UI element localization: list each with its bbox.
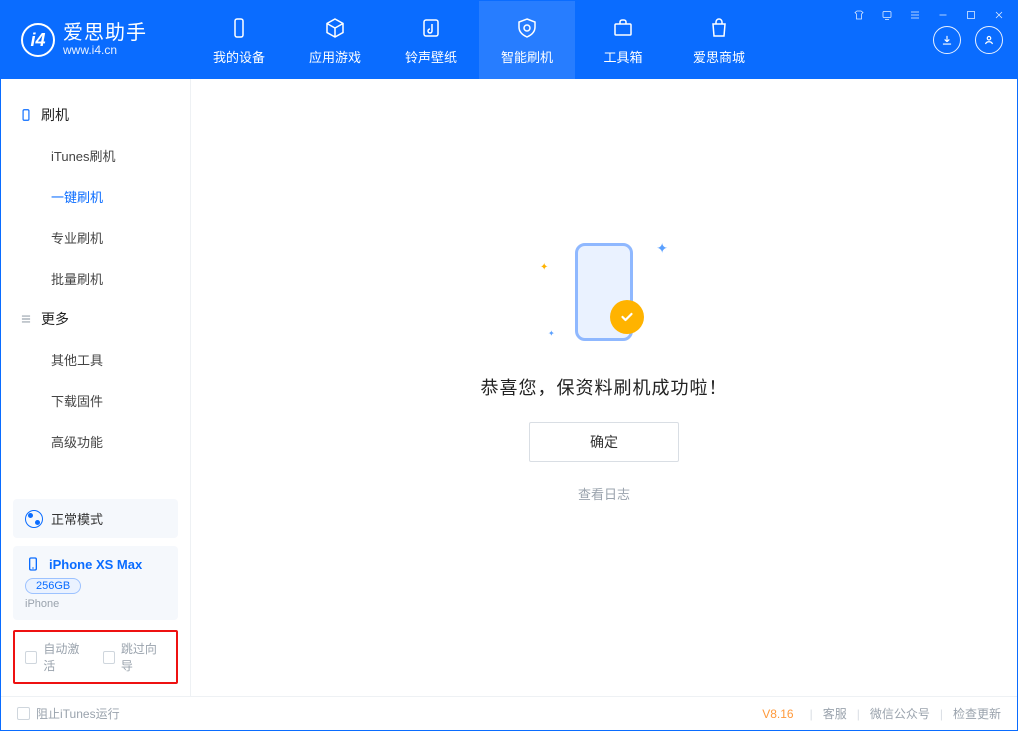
mode-card[interactable]: 正常模式 — [13, 499, 178, 538]
sidebar-group-more[interactable]: 更多 — [1, 299, 190, 339]
nav-label: 工具箱 — [603, 47, 642, 66]
sparkle-icon: ✦ — [656, 240, 668, 257]
sidebar-item-pro-flash[interactable]: 专业刷机 — [1, 217, 190, 258]
logo-icon: i4 — [21, 23, 55, 57]
sidebar-group-flash[interactable]: 刷机 — [1, 95, 190, 135]
nav-my-device[interactable]: 我的设备 — [191, 1, 287, 79]
success-message: 恭喜您，保资料刷机成功啦！ — [481, 374, 728, 400]
phone-icon — [19, 108, 33, 122]
checkbox-icon — [103, 651, 115, 664]
nav-apps-games[interactable]: 应用游戏 — [287, 1, 383, 79]
sidebar-item-other-tools[interactable]: 其他工具 — [1, 339, 190, 380]
cube-icon — [322, 15, 348, 41]
nav-label: 铃声壁纸 — [405, 47, 457, 66]
sidebar-group-title: 刷机 — [41, 105, 69, 125]
device-icon — [226, 15, 252, 41]
sidebar-item-oneclick-flash[interactable]: 一键刷机 — [1, 176, 190, 217]
list-icon — [19, 312, 33, 326]
success-illustration: ✦ ✦ ✦ — [534, 232, 674, 352]
checkbox-label: 阻止iTunes运行 — [36, 705, 120, 722]
footer: 阻止iTunes运行 V8.16 | 客服 | 微信公众号 | 检查更新 — [1, 696, 1017, 730]
main-nav: 我的设备 应用游戏 铃声壁纸 智能刷机 工具箱 爱思商城 — [191, 1, 767, 79]
check-badge-icon — [610, 300, 644, 334]
sidebar-item-batch-flash[interactable]: 批量刷机 — [1, 258, 190, 299]
nav-smart-flash[interactable]: 智能刷机 — [479, 1, 575, 79]
skin-icon[interactable] — [851, 7, 867, 23]
briefcase-icon — [610, 15, 636, 41]
sidebar-item-download-firmware[interactable]: 下载固件 — [1, 380, 190, 421]
mode-label: 正常模式 — [51, 509, 103, 528]
device-type: iPhone — [25, 598, 166, 610]
version-label: V8.16 — [762, 707, 793, 721]
support-link[interactable]: 客服 — [823, 705, 847, 722]
window-controls — [851, 7, 1007, 23]
checkbox-label: 自动激活 — [43, 640, 88, 674]
shopping-bag-icon — [706, 15, 732, 41]
logo-text: 爱思助手 www.i4.cn — [63, 22, 147, 57]
sparkle-icon: ✦ — [548, 329, 555, 338]
sidebar-group-title: 更多 — [41, 309, 69, 329]
checkbox-block-itunes[interactable]: 阻止iTunes运行 — [17, 705, 120, 722]
separator: | — [810, 707, 813, 721]
nav-label: 我的设备 — [213, 47, 265, 66]
close-button[interactable] — [991, 7, 1007, 23]
download-icon[interactable] — [933, 26, 961, 54]
wechat-link[interactable]: 微信公众号 — [870, 705, 930, 722]
feedback-icon[interactable] — [879, 7, 895, 23]
sidebar: 刷机 iTunes刷机 一键刷机 专业刷机 批量刷机 更多 其他工具 下载固件 … — [1, 79, 191, 696]
music-note-icon — [418, 15, 444, 41]
update-link[interactable]: 检查更新 — [953, 705, 1001, 722]
minimize-button[interactable] — [935, 7, 951, 23]
sidebar-bottom: 正常模式 iPhone XS Max 256GB iPhone 自动激活 — [1, 491, 190, 696]
phone-icon — [25, 556, 41, 572]
app-window: i4 爱思助手 www.i4.cn 我的设备 应用游戏 铃声壁纸 智能刷机 — [0, 0, 1018, 731]
body: 刷机 iTunes刷机 一键刷机 专业刷机 批量刷机 更多 其他工具 下载固件 … — [1, 79, 1017, 696]
checkbox-label: 跳过向导 — [121, 640, 166, 674]
checkbox-skip-guide[interactable]: 跳过向导 — [103, 640, 167, 674]
sparkle-icon: ✦ — [540, 262, 548, 273]
user-icon[interactable] — [975, 26, 1003, 54]
maximize-button[interactable] — [963, 7, 979, 23]
logo[interactable]: i4 爱思助手 www.i4.cn — [1, 1, 191, 79]
nav-toolbox[interactable]: 工具箱 — [575, 1, 671, 79]
nav-label: 爱思商城 — [693, 47, 745, 66]
footer-left: 阻止iTunes运行 — [17, 705, 120, 722]
highlighted-options: 自动激活 跳过向导 — [13, 630, 178, 684]
nav-ringtone-wallpaper[interactable]: 铃声壁纸 — [383, 1, 479, 79]
separator: | — [857, 707, 860, 721]
sidebar-item-itunes-flash[interactable]: iTunes刷机 — [1, 135, 190, 176]
separator: | — [940, 707, 943, 721]
checkbox-auto-activate[interactable]: 自动激活 — [25, 640, 89, 674]
result-panel: ✦ ✦ ✦ 恭喜您，保资料刷机成功啦！ 确定 查看日志 — [481, 232, 728, 503]
mode-icon — [25, 510, 43, 528]
nav-store[interactable]: 爱思商城 — [671, 1, 767, 79]
device-card[interactable]: iPhone XS Max 256GB iPhone — [13, 546, 178, 620]
device-name: iPhone XS Max — [49, 557, 142, 572]
checkbox-icon — [17, 707, 30, 720]
shield-refresh-icon — [514, 15, 540, 41]
nav-label: 应用游戏 — [309, 47, 361, 66]
view-log-link[interactable]: 查看日志 — [578, 484, 630, 503]
sidebar-item-advanced[interactable]: 高级功能 — [1, 421, 190, 462]
app-name: 爱思助手 — [63, 22, 147, 44]
footer-right: V8.16 | 客服 | 微信公众号 | 检查更新 — [762, 705, 1001, 722]
checkbox-icon — [25, 651, 37, 664]
nav-label: 智能刷机 — [501, 47, 553, 66]
device-storage: 256GB — [25, 578, 81, 594]
header: i4 爱思助手 www.i4.cn 我的设备 应用游戏 铃声壁纸 智能刷机 — [1, 1, 1017, 79]
main-content: ✦ ✦ ✦ 恭喜您，保资料刷机成功啦！ 确定 查看日志 — [191, 79, 1017, 696]
app-website: www.i4.cn — [63, 44, 147, 57]
menu-icon[interactable] — [907, 7, 923, 23]
confirm-button[interactable]: 确定 — [529, 422, 679, 462]
